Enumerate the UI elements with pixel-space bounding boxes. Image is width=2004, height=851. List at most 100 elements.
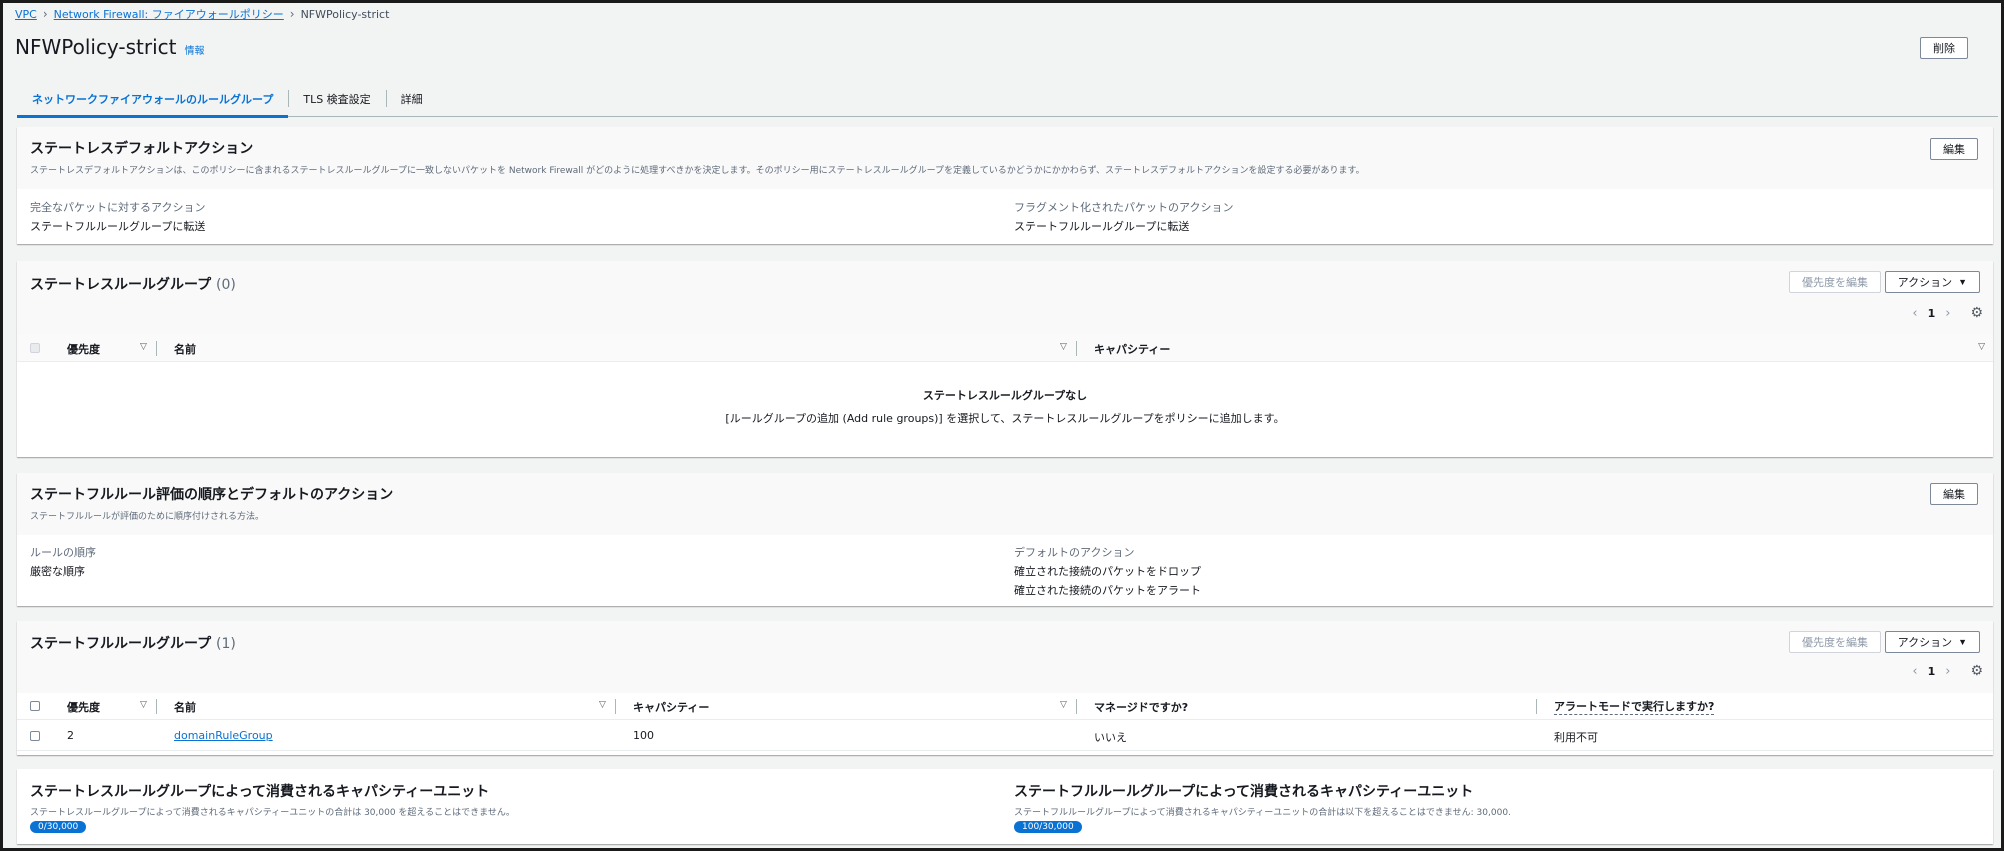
chevron-left-icon[interactable]: ‹ — [1912, 664, 1917, 679]
breadcrumb-link-policies[interactable]: Network Firewall: ファイアウォールポリシー — [54, 6, 284, 22]
field-value: 厳密な順序 — [30, 565, 85, 578]
rule-group-link[interactable]: domainRuleGroup — [174, 729, 273, 742]
sort-icon[interactable]: ▽ — [1978, 342, 1985, 352]
stateless-capacity-badge: 0/30,000 — [30, 821, 87, 833]
stateful-rule-groups-panel: ステートフルルールグループ (1) 優先度を編集 アクション ▼ ‹ 1 › ⚙… — [17, 621, 1993, 755]
edit-priority-button[interactable]: 優先度を編集 — [1789, 631, 1881, 653]
column-divider — [156, 699, 157, 714]
panel-description: ステートフルルールが評価のために順序付けされる方法。 — [30, 512, 265, 522]
cell-priority: 2 — [67, 729, 74, 742]
page-number[interactable]: 1 — [1928, 665, 1936, 678]
tab-rule-groups[interactable]: ネットワークファイアウォールのルールグループ — [17, 81, 289, 118]
tab-bar: ネットワークファイアウォールのルールグループ TLS 検査設定 詳細 — [17, 81, 1998, 118]
panel-header: ステートレスルールグループ (0) 優先度を編集 アクション ▼ ‹ 1 › ⚙ — [17, 261, 1993, 335]
cell-capacity: 100 — [633, 729, 654, 742]
sort-icon[interactable]: ▽ — [1060, 342, 1067, 352]
field-value: ステートフルルールグループに転送 — [1014, 220, 1190, 233]
cell-managed: いいえ — [1094, 731, 1127, 744]
gear-icon[interactable]: ⚙ — [1970, 305, 1983, 321]
stateless-capacity: ステートレスルールグループによって消費されるキャパシティーユニット ステートレス… — [30, 781, 515, 833]
stateful-order-panel: ステートフルルール評価の順序とデフォルトのアクション ステートフルルールが評価の… — [17, 473, 1993, 606]
delete-button[interactable]: 削除 — [1920, 37, 1968, 59]
page-number[interactable]: 1 — [1928, 307, 1936, 320]
panel-title: ステートレスルールグループ (0) — [30, 274, 1980, 294]
sort-icon[interactable]: ▽ — [599, 700, 606, 710]
column-divider — [1076, 699, 1077, 714]
field-value: 確立された接続のパケットをアラート — [1014, 584, 1201, 597]
breadcrumb: VPC › Network Firewall: ファイアウォールポリシー › N… — [15, 6, 389, 22]
table-header: 優先度 ▽ 名前 ▽ キャパシティー ▽ — [17, 335, 1993, 362]
field-value: ステートフルルールグループに転送 — [30, 220, 206, 233]
edit-button[interactable]: 編集 — [1930, 138, 1978, 160]
actions-dropdown[interactable]: アクション ▼ — [1884, 271, 1980, 293]
page-title: NFWPolicy-strict — [15, 35, 177, 59]
actions-label: アクション — [1897, 637, 1953, 649]
cell-alert-mode: 利用不可 — [1554, 731, 1598, 744]
info-link[interactable]: 情報 — [185, 42, 205, 57]
panel-header: ステートフルルール評価の順序とデフォルトのアクション ステートフルルールが評価の… — [17, 473, 1993, 535]
panel-title-text: ステートレスルールグループ — [30, 277, 212, 293]
field-label: デフォルトのアクション — [1014, 546, 1135, 559]
panel-title: ステートフルルール評価の順序とデフォルトのアクション — [30, 487, 394, 503]
column-managed[interactable]: マネージドですか? — [1094, 693, 1188, 720]
stateful-capacity: ステートフルルールグループによって消費されるキャパシティーユニット ステートフル… — [1014, 781, 1511, 833]
chevron-left-icon[interactable]: ‹ — [1912, 306, 1917, 321]
breadcrumb-link-vpc[interactable]: VPC — [15, 8, 37, 21]
select-all-checkbox — [30, 343, 40, 353]
column-name[interactable]: 名前 — [174, 693, 196, 720]
stateless-capacity-title: ステートレスルールグループによって消費されるキャパシティーユニット — [30, 784, 490, 800]
tab-details[interactable]: 詳細 — [385, 81, 438, 116]
stateless-capacity-description: ステートレスルールグループによって消費されるキャパシティーユニットの合計は 30… — [30, 808, 515, 818]
item-count: (0) — [216, 277, 236, 293]
table-row: 2 domainRuleGroup 100 いいえ 利用不可 — [17, 721, 1993, 751]
actions-dropdown[interactable]: アクション ▼ — [1884, 631, 1980, 653]
column-priority[interactable]: 優先度 — [67, 693, 100, 720]
empty-state-description: [ルールグループの追加 (Add rule groups)] を選択して、ステー… — [725, 412, 1285, 425]
edit-button[interactable]: 編集 — [1930, 483, 1978, 505]
sort-icon[interactable]: ▽ — [140, 342, 147, 352]
breadcrumb-current: NFWPolicy-strict — [300, 7, 390, 21]
chevron-right-icon[interactable]: › — [1945, 306, 1950, 321]
edit-priority-button[interactable]: 優先度を編集 — [1789, 271, 1881, 293]
panel-title: ステートレスデフォルトアクション — [30, 141, 254, 157]
stateless-rule-groups-panel: ステートレスルールグループ (0) 優先度を編集 アクション ▼ ‹ 1 › ⚙… — [17, 261, 1993, 457]
empty-state: ステートレスルールグループなし [ルールグループの追加 (Add rule gr… — [17, 387, 1993, 426]
default-action: デフォルトのアクション 確立された接続のパケットをドロップ 確立された接続のパケ… — [1014, 544, 1201, 598]
panel-title-text: ステートフルルールグループ — [30, 636, 212, 652]
column-alert-mode[interactable]: アラートモードで実行しますか? — [1554, 693, 1715, 720]
column-divider — [1536, 699, 1537, 714]
sort-icon[interactable]: ▽ — [1060, 700, 1067, 710]
column-alert-mode-label: アラートモードで実行しますか? — [1554, 700, 1715, 715]
item-count: (1) — [216, 636, 236, 652]
column-divider — [156, 341, 157, 356]
stateful-capacity-description: ステートフルルールグループによって消費されるキャパシティーユニットの合計は以下を… — [1014, 808, 1511, 818]
panel-header: ステートフルルールグループ (1) 優先度を編集 アクション ▼ ‹ 1 › ⚙ — [17, 621, 1993, 693]
chevron-right-icon: › — [42, 7, 48, 21]
column-priority[interactable]: 優先度 — [67, 335, 100, 362]
pagination: ‹ 1 › ⚙ — [1912, 663, 1983, 679]
chevron-right-icon: › — [289, 7, 295, 21]
panel-description: ステートレスデフォルトアクションは、このポリシーに含まれるステートレスルールグル… — [30, 166, 1365, 176]
field-label: 完全なパケットに対するアクション — [30, 201, 206, 214]
sort-icon[interactable]: ▽ — [140, 700, 147, 710]
capacity-units-panel: ステートレスルールグループによって消費されるキャパシティーユニット ステートレス… — [17, 769, 1993, 844]
page-header: NFWPolicy-strict 情報 — [15, 35, 205, 59]
rule-order: ルールの順序 厳密な順序 — [30, 544, 96, 579]
tab-tls-inspection[interactable]: TLS 検査設定 — [288, 81, 385, 116]
app-frame: VPC › Network Firewall: ファイアウォールポリシー › N… — [0, 0, 2004, 851]
stateless-default-actions-panel: ステートレスデフォルトアクション ステートレスデフォルトアクションは、このポリシ… — [17, 127, 1993, 244]
gear-icon[interactable]: ⚙ — [1970, 663, 1983, 679]
row-checkbox[interactable] — [30, 731, 40, 741]
column-name[interactable]: 名前 — [174, 335, 196, 362]
panel-title: ステートフルルールグループ (1) — [30, 633, 1980, 653]
stateful-capacity-badge: 100/30,000 — [1014, 821, 1082, 833]
column-divider — [615, 699, 616, 714]
panel-header: ステートレスデフォルトアクション ステートレスデフォルトアクションは、このポリシ… — [17, 127, 1993, 189]
column-capacity[interactable]: キャパシティー — [633, 693, 709, 720]
select-all-checkbox[interactable] — [30, 701, 40, 711]
chevron-right-icon[interactable]: › — [1945, 664, 1950, 679]
full-packet-action: 完全なパケットに対するアクション ステートフルルールグループに転送 — [30, 199, 205, 234]
pagination: ‹ 1 › ⚙ — [1912, 305, 1983, 321]
column-capacity[interactable]: キャパシティー — [1094, 335, 1170, 362]
column-divider — [1076, 341, 1077, 356]
